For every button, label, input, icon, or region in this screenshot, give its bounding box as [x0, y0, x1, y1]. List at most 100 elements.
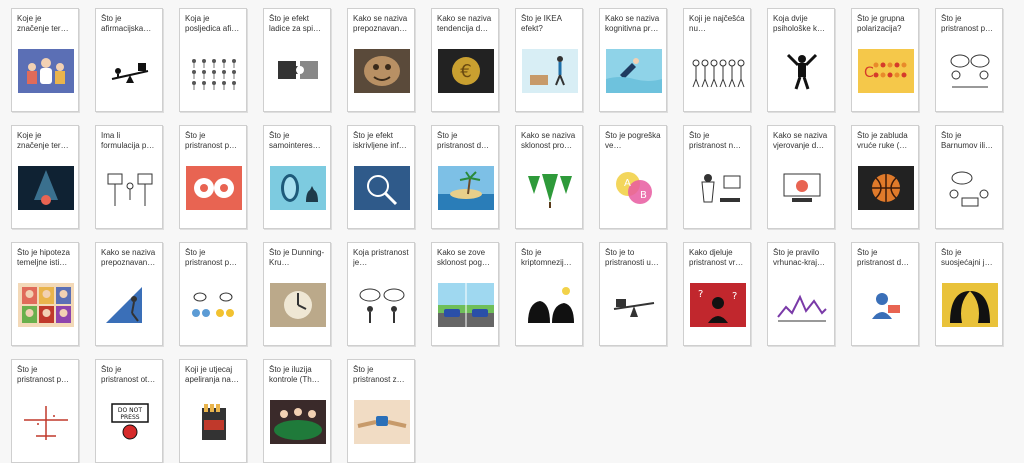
quiz-card-title: Kako se naziva vjerovanje d…: [773, 131, 828, 150]
faces-grid-icon: [18, 283, 74, 327]
peak-graph-icon: [774, 283, 830, 327]
quiz-card[interactable]: Što je pristranost n…: [683, 125, 751, 229]
trees-icon: [522, 166, 578, 210]
quiz-card[interactable]: Što je efekt iskrivljene inf…: [347, 125, 415, 229]
quiz-card-title: Koji je najčešća nu…: [689, 14, 745, 33]
quiz-card[interactable]: Što je zabluda vruće ruke (…: [851, 125, 919, 229]
quiz-card[interactable]: Kako se naziva prepoznavan…: [95, 242, 163, 346]
quiz-card[interactable]: Što je IKEA efekt?: [515, 8, 583, 112]
quiz-card-title: Kako djeluje pristranost vr…: [689, 248, 744, 267]
spotlight-icon: [18, 166, 74, 210]
quiz-card-title: Koji je utjecaj apeliranja na…: [185, 365, 239, 384]
quiz-card-title: Što je pristranost z…: [353, 365, 405, 384]
quiz-card-title: Što je efekt ladice za spi…: [269, 14, 322, 33]
magnifier-icon: [354, 166, 410, 210]
quiz-card[interactable]: Koje je značenje ter…: [11, 125, 79, 229]
two-heads-icon: [942, 283, 998, 327]
quiz-card[interactable]: Koja je posljedica afi…: [179, 8, 247, 112]
crowd-icon: [186, 49, 242, 93]
quiz-card[interactable]: Koji je utjecaj apeliranja na…: [179, 359, 247, 463]
svg-text:C: C: [864, 65, 874, 81]
quiz-card[interactable]: Što je pogreška ve… A B: [599, 125, 667, 229]
quiz-card-title: Što je zabluda vruće ruke (…: [857, 131, 908, 150]
dialogue-icon: [942, 49, 998, 93]
quiz-card[interactable]: Što je hipoteza temeljne isti…: [11, 242, 79, 346]
quiz-card-title: Kako se zove sklonost pog…: [437, 248, 490, 267]
quiz-card[interactable]: Kako se naziva vjerovanje d…: [767, 125, 835, 229]
quiz-card-title: Što je pristranost d…: [857, 248, 910, 267]
quiz-card-title: Što je afirmacijska…: [101, 14, 152, 33]
quiz-card-title: Što je pristranost p…: [185, 248, 238, 267]
quiz-card[interactable]: Što je afirmacijska…: [95, 8, 163, 112]
quiz-card-title: Koje je značenje ter…: [17, 14, 69, 33]
quiz-card[interactable]: Što je pristranost p…: [179, 125, 247, 229]
quiz-card-title: Što je IKEA efekt?: [521, 14, 562, 33]
quiz-card[interactable]: Što je pristranost d…: [431, 125, 499, 229]
quiz-card[interactable]: Kako se naziva kognitivna pr…: [599, 8, 667, 112]
quiz-card-title: Koja je posljedica afi…: [185, 14, 240, 33]
quiz-card[interactable]: Što je grupna polarizacija? C: [851, 8, 919, 112]
quiz-card[interactable]: Što je pristranost p…: [11, 359, 79, 463]
quiz-card[interactable]: Koje je značenje ter…: [11, 8, 79, 112]
quiz-card[interactable]: Ima li formulacija p…: [95, 125, 163, 229]
quiz-card[interactable]: Što je pristranost z…: [347, 359, 415, 463]
computer-user-icon: [774, 166, 830, 210]
quiz-card-title: Koje je značenje ter…: [17, 131, 69, 150]
quiz-card[interactable]: Što je to pristranosti u…: [599, 242, 667, 346]
quiz-card-title: Kako se naziva prepoznavan…: [353, 14, 408, 33]
quiz-card-title: Što je grupna polarizacija?: [857, 14, 905, 33]
quiz-card[interactable]: Što je suosjećajni j…: [935, 242, 1003, 346]
do-not-press-icon: DO NOT PRESS: [102, 400, 158, 444]
quiz-card[interactable]: Koja pristranost je…: [347, 242, 415, 346]
coins-icon: [186, 283, 242, 327]
quiz-card[interactable]: Kako se naziva tendencija d… €: [431, 8, 499, 112]
thinkers-icon: [522, 283, 578, 327]
quiz-card[interactable]: Koja dvije psihološke k…: [767, 8, 835, 112]
svg-text:?: ?: [698, 289, 703, 300]
quiz-card-title: Kako se naziva tendencija d…: [437, 14, 492, 33]
svg-text:A: A: [624, 178, 631, 189]
quiz-card-title: Ima li formulacija p…: [101, 131, 155, 150]
quiz-card[interactable]: Što je pristranost ot… DO NOT PRESS: [95, 359, 163, 463]
quiz-card-title: Koja dvije psihološke k…: [773, 14, 826, 33]
quiz-card[interactable]: Kako se zove sklonost pog…: [431, 242, 499, 346]
polarization-icon: C: [858, 49, 914, 93]
quiz-card[interactable]: Što je Dunning-Kru…: [263, 242, 331, 346]
basketball-icon: [858, 166, 914, 210]
euro-coin-icon: €: [438, 49, 494, 93]
quiz-card-title: Kako se naziva prepoznavan…: [101, 248, 156, 267]
heads-icon: [186, 166, 242, 210]
diver-icon: [606, 49, 662, 93]
quiz-card[interactable]: Koji je najčešća nu…: [683, 8, 751, 112]
quiz-card[interactable]: Što je kriptomnezij…: [515, 242, 583, 346]
quiz-card[interactable]: Što je iluzija kontrole (Th…: [263, 359, 331, 463]
quiz-card[interactable]: Što je pravilo vrhunac-kraj…: [767, 242, 835, 346]
quiz-card-title: Što je efekt iskrivljene inf…: [353, 131, 407, 150]
quiz-card-title: Što je pristranost p…: [941, 14, 994, 33]
quiz-card-title: Koja pristranost je…: [353, 248, 409, 267]
casino-icon: [270, 400, 326, 444]
cigarette-pack-icon: [186, 400, 242, 444]
quiz-card-title: Što je pristranost ot…: [101, 365, 156, 384]
cars-icon: [438, 283, 494, 327]
people-group-icon: [18, 49, 74, 93]
furniture-assembly-icon: [522, 49, 578, 93]
quiz-card[interactable]: Što je pristranost d…: [851, 242, 919, 346]
quiz-card-title: Kako se naziva kognitivna pr…: [605, 14, 660, 33]
arguing-icon: [354, 283, 410, 327]
quiz-card-title: Što je pogreška ve…: [605, 131, 661, 150]
quiz-card[interactable]: Kako djeluje pristranost vr…??: [683, 242, 751, 346]
quiz-card-title: Što je kriptomnezij…: [521, 248, 572, 267]
quiz-card[interactable]: Što je Barnumov ili…: [935, 125, 1003, 229]
people-line-icon: [690, 49, 746, 93]
quiz-card[interactable]: Kako se naziva sklonost pro…: [515, 125, 583, 229]
puzzle-icon: [270, 49, 326, 93]
quiz-card-title: Što je hipoteza temeljne isti…: [17, 248, 70, 267]
scientist-icon: [690, 166, 746, 210]
quiz-card[interactable]: Što je efekt ladice za spi…: [263, 8, 331, 112]
svg-text:?: ?: [732, 291, 737, 302]
quiz-card[interactable]: Kako se naziva prepoznavan…: [347, 8, 415, 112]
quiz-card[interactable]: Što je pristranost p…: [179, 242, 247, 346]
quiz-card[interactable]: Što je pristranost p…: [935, 8, 1003, 112]
quiz-card[interactable]: Što je samointeres…: [263, 125, 331, 229]
